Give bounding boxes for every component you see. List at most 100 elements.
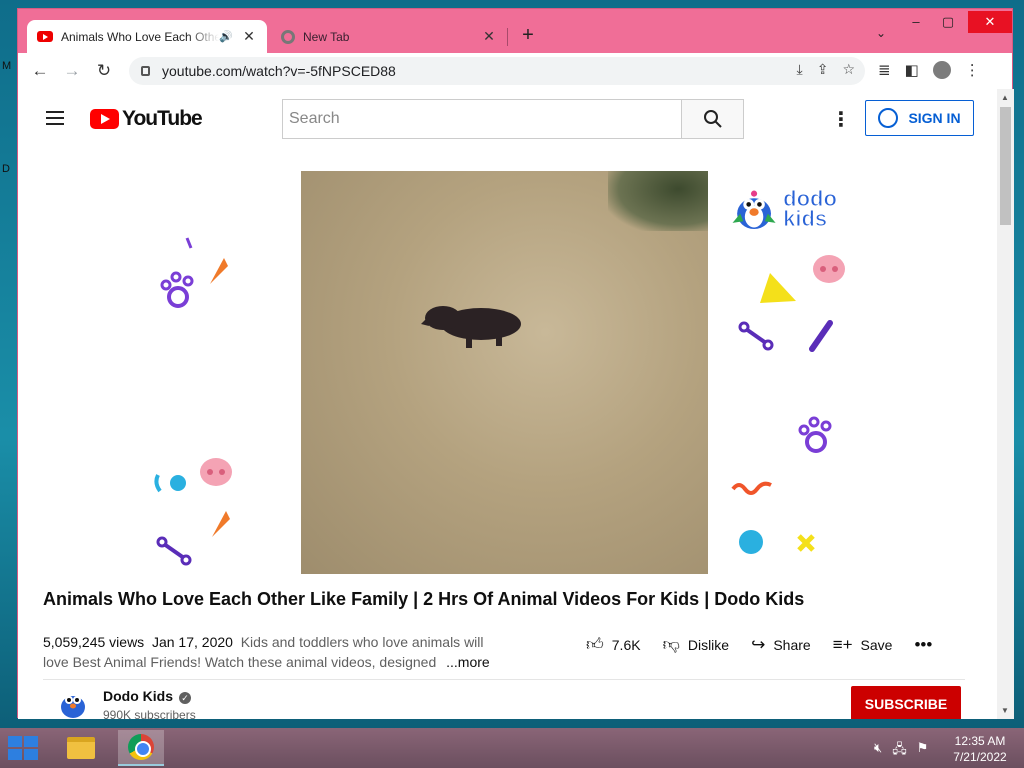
upload-date: Jan 17, 2020 [151,634,233,650]
sign-in-label: SIGN IN [908,110,961,126]
yellow-triangle-icon [760,273,796,303]
url-text: youtube.com/watch?v=-5fNPSCED88 [162,63,396,79]
tab-strip: Animals Who Love Each Other Like Family … [18,9,1012,53]
thumbs-down-icon: 👎︎ [662,635,680,654]
channel-name-text[interactable]: Dodo Kids [103,688,173,704]
taskbar: 🔇︎ 🖧 ⚑ 12:35 AM 7/21/2022 [0,728,1024,768]
desktop-icon-label[interactable]: D [2,163,10,175]
carrot-icon [212,511,230,537]
more-actions-button[interactable]: ••• [914,635,932,655]
bookmark-star-icon[interactable]: ☆ [842,61,855,78]
chrome-icon [128,734,154,760]
lock-icon[interactable] [141,66,150,76]
taskbar-clock[interactable]: 12:35 AM 7/21/2022 [950,733,1010,765]
forward-arrow-icon[interactable]: → [56,61,88,81]
search-icon [703,110,722,128]
youtube-header: YouTube Search ⋮ SIGN IN [18,89,997,145]
more-link[interactable]: ...more [446,654,490,670]
video-actions: 👍︎ 7.6K 👎︎ Dislike ↪ Share ≡+ Save ••• [586,634,954,655]
reload-icon[interactable]: ↻ [88,61,120,81]
video-title: Animals Who Love Each Other Like Family … [43,589,805,609]
subscriber-count: 990K subscribers [103,708,196,719]
windows-start-icon[interactable] [8,736,38,760]
address-bar[interactable]: youtube.com/watch?v=-5fNPSCED88 ⤓ ⇪ ☆ [129,57,865,85]
bone-icon [738,321,774,351]
close-tab-icon[interactable]: ✕ [241,28,257,45]
account-icon [878,108,899,128]
search-input[interactable]: Search [282,99,682,139]
youtube-play-icon [90,109,119,129]
taskbar-file-explorer[interactable] [58,730,104,766]
youtube-logo[interactable]: YouTube [90,107,203,131]
save-label: Save [860,636,893,653]
hamburger-menu-icon[interactable] [46,111,64,129]
folder-icon [67,737,95,759]
video-frame[interactable] [301,171,708,574]
scroll-thumb[interactable] [1000,107,1011,225]
pig-nose-icon [813,255,845,283]
youtube-logo-text: YouTube [122,107,203,130]
video-description-box[interactable]: 5,059,245 views Jan 17, 2020 Kids and to… [43,632,493,672]
maximize-button[interactable]: ▢ [933,11,963,33]
like-count: 7.6K [611,636,641,653]
view-count: 5,059,245 views [43,634,145,650]
channel-avatar[interactable] [57,688,89,719]
carrot-icon [210,258,228,284]
taskbar-chrome[interactable] [118,730,164,766]
close-tab-icon[interactable]: ✕ [481,28,497,45]
subscribe-button[interactable]: SUBSCRIBE [851,686,961,719]
media-control-icon[interactable]: ≣ [878,61,891,79]
share-page-icon[interactable]: ⇪ [817,61,829,78]
save-button[interactable]: ≡+ Save [833,635,893,655]
purple-dash-icon [185,237,193,249]
share-button[interactable]: ↪ Share [751,635,811,655]
side-panel-icon[interactable]: ◧ [905,61,919,79]
profile-avatar-icon[interactable] [932,61,951,79]
playlist-add-icon: ≡+ [832,634,853,654]
chrome-favicon-icon [281,29,295,44]
system-tray: 🔇︎ 🖧 ⚑ [874,740,928,762]
install-app-icon[interactable]: ⤓ [797,61,803,78]
desktop-icon-label[interactable]: M [2,60,11,72]
dislike-label: Dislike [687,636,730,653]
sign-in-button[interactable]: SIGN IN [865,100,974,136]
browser-window: Animals Who Love Each Other Like Family … [17,8,1014,719]
pig-figure [421,306,521,348]
like-button[interactable]: 👍︎ 7.6K [586,634,641,655]
minimize-button[interactable]: – [901,11,931,33]
tab-new-tab[interactable]: New Tab ✕ [271,20,507,53]
scroll-down-icon[interactable]: ▼ [1001,706,1009,715]
new-tab-button[interactable]: + [518,24,538,47]
volume-muted-icon[interactable]: 🔇︎ [874,740,882,762]
speaker-icon[interactable]: 🔊 [219,30,233,43]
paw-icon [160,271,194,308]
share-label: Share [773,636,811,653]
page-scrollbar[interactable]: ▲ ▼ [997,89,1014,719]
tab-search-chevron-icon[interactable]: ⌄ [876,26,886,40]
tab-title: Animals Who Love Each Other Like Family [61,29,220,44]
yellow-cross-icon [797,534,815,552]
browser-toolbar: ← → ↻ youtube.com/watch?v=-5fNPSCED88 ⤓ … [18,53,1012,89]
dodo-kids-logo: dodo kids [731,181,863,237]
orange-squiggle-icon [731,481,772,495]
search-button[interactable] [681,99,744,139]
video-player[interactable]: dodo kids [146,171,863,574]
tab-divider [507,28,508,46]
tab-youtube[interactable]: Animals Who Love Each Other Like Family … [27,20,267,53]
close-window-button[interactable]: ✕ [968,11,1012,33]
channel-name[interactable]: Dodo Kids ✓ [103,688,191,704]
dislike-button[interactable]: 👎︎ Dislike [663,634,730,655]
channel-row: Dodo Kids ✓ 990K subscribers SUBSCRIBE [43,679,965,719]
clock-time: 12:35 AM [954,734,1006,748]
settings-kebab-icon[interactable]: ⋮ [831,107,851,132]
clock-date: 7/21/2022 [953,750,1007,764]
blue-dots-icon [154,474,186,493]
notification-flag-icon[interactable]: ⚑ [917,740,929,762]
network-icon[interactable]: 🖧 [892,740,907,762]
chrome-menu-icon[interactable]: ⋮ [965,61,980,79]
back-arrow-icon[interactable]: ← [24,61,56,81]
scroll-up-icon[interactable]: ▲ [1001,93,1009,102]
ellipsis-icon: ••• [914,634,933,654]
blue-circle-icon [739,530,763,554]
page-viewport: YouTube Search ⋮ SIGN IN dodo kids Anima… [18,89,1014,719]
